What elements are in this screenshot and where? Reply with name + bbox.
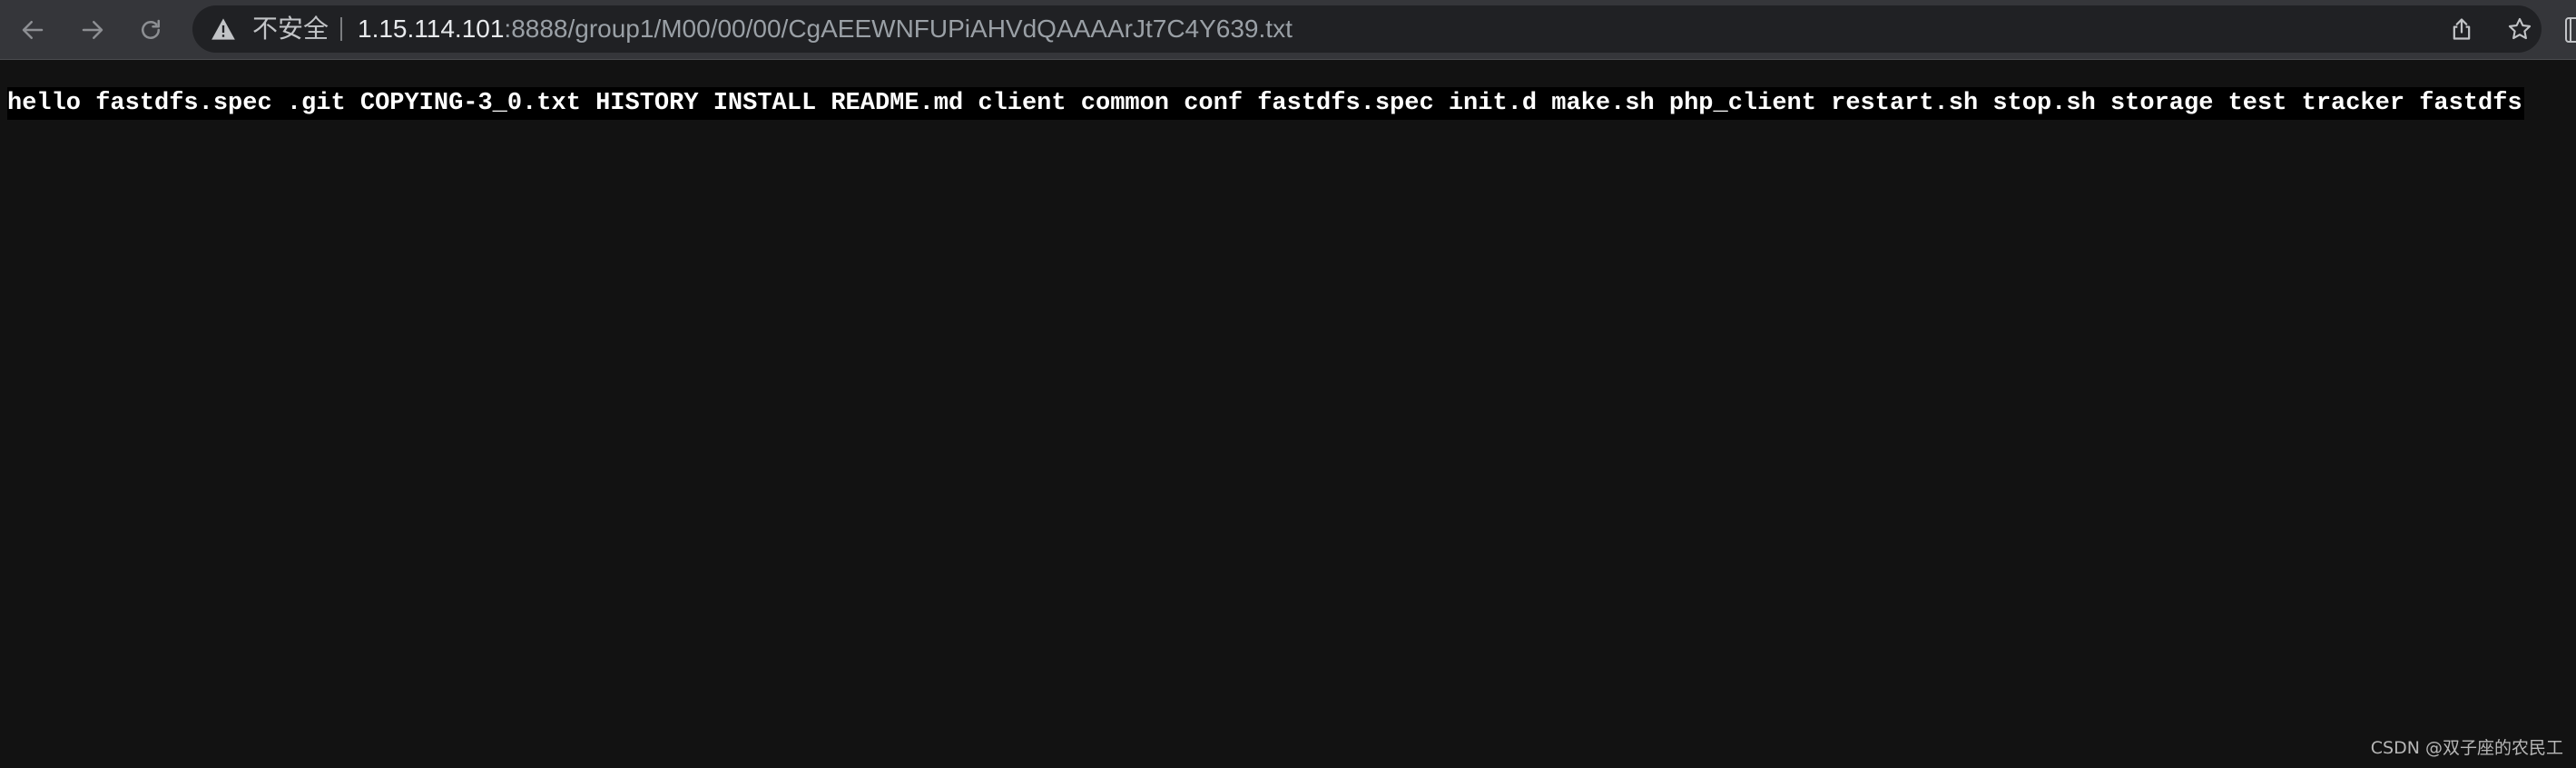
warning-triangle-icon[interactable] [211,17,236,41]
url-host: 1.15.114.101 [358,15,505,43]
star-icon[interactable] [2507,16,2532,42]
watermark: CSDN @双子座的农民工 [2370,738,2563,758]
file-text: hello fastdfs.spec .git COPYING-3_0.txt … [7,87,2524,120]
arrow-right-icon [82,21,103,39]
forward-button[interactable] [74,12,111,48]
browser-toolbar: 不安全 1.15.114.101:8888/group1/M00/00/00/C… [0,0,2576,60]
address-divider [340,17,342,41]
extension-edge-icon[interactable] [2565,17,2576,43]
address-bar[interactable]: 不安全 1.15.114.101:8888/group1/M00/00/00/C… [192,5,2542,53]
url-path: :8888/group1/M00/00/00/CgAEEWNFUPiAHVdQA… [504,15,1293,43]
share-icon[interactable] [2449,16,2474,42]
arrow-left-icon [22,21,44,39]
reload-icon [142,19,160,39]
url-text[interactable]: 1.15.114.101:8888/group1/M00/00/00/CgAEE… [358,5,1293,53]
back-button[interactable] [15,12,51,48]
security-label[interactable]: 不安全 [252,5,329,53]
reload-button[interactable] [133,12,169,48]
page-content: hello fastdfs.spec .git COPYING-3_0.txt … [0,60,2576,768]
